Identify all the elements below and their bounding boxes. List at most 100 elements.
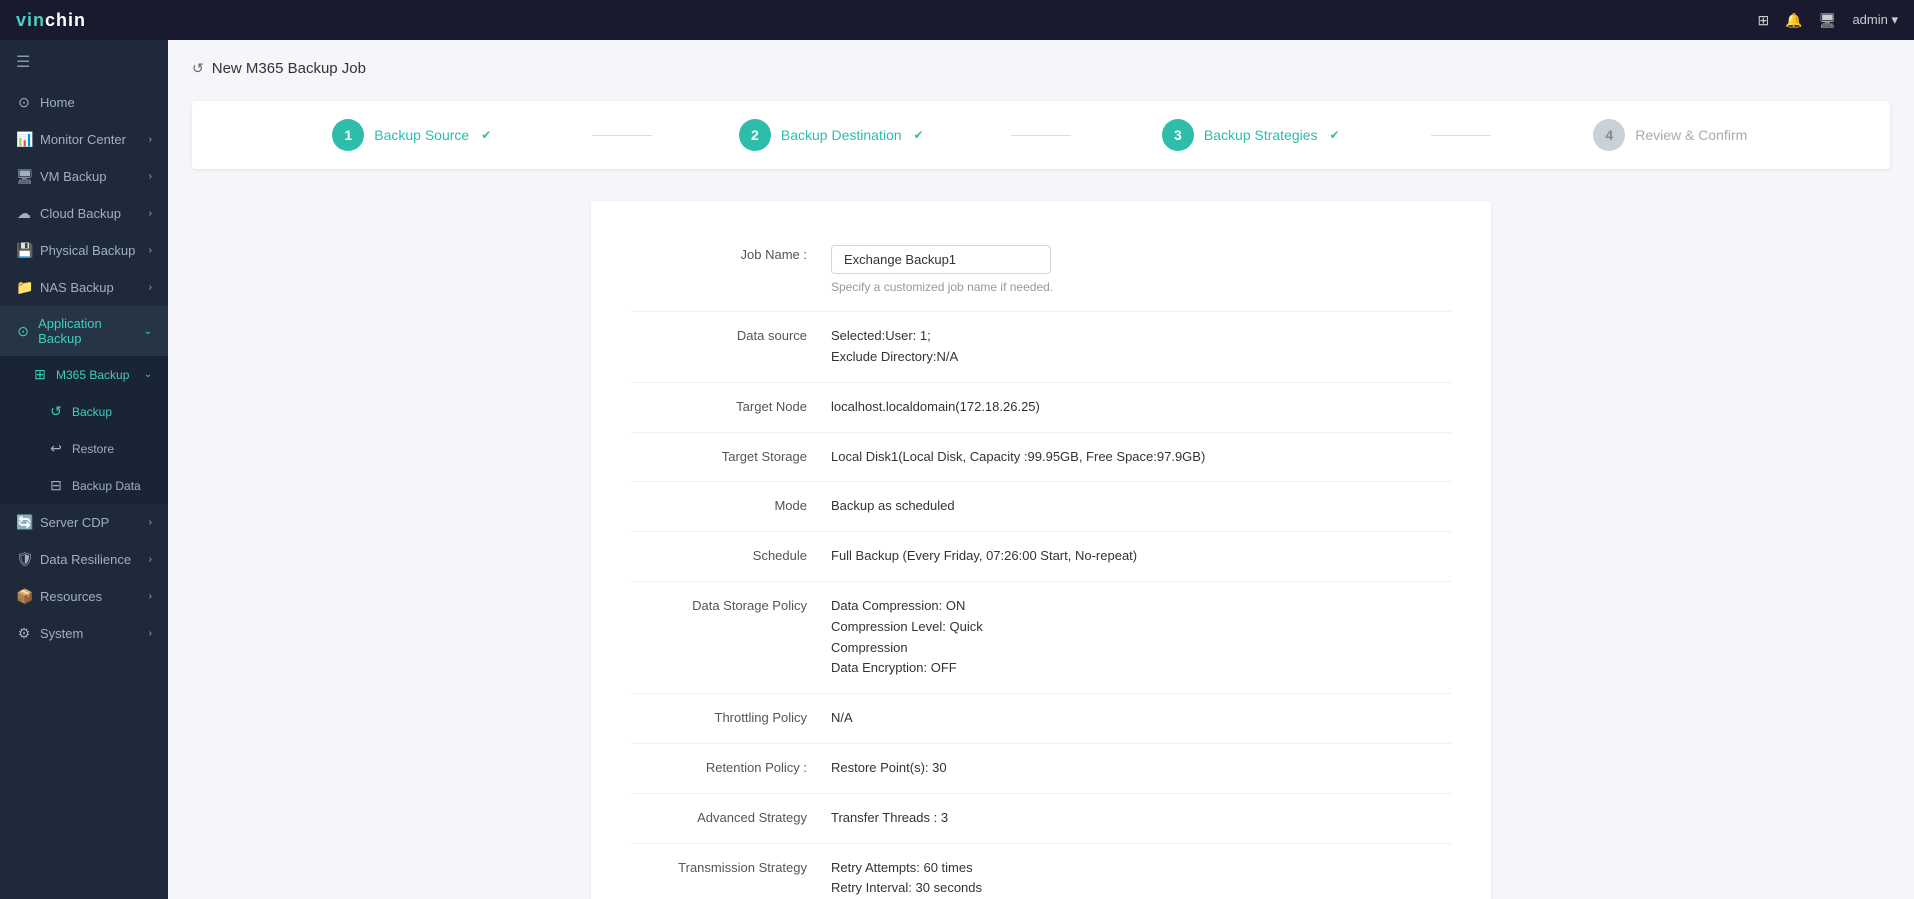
sidebar-item-nas-backup[interactable]: 📁 NAS Backup › [0, 269, 168, 306]
cloud-backup-icon: ☁ [16, 205, 32, 222]
review-row-target-node: Target Node localhost.localdomain(172.18… [631, 383, 1451, 433]
review-row-mode: Mode Backup as scheduled [631, 482, 1451, 532]
topbar: vinchin ⊞ 🔔 🖥 admin ▾ [0, 0, 1914, 40]
sidebar-item-resources[interactable]: 📦 Resources › [0, 578, 168, 615]
data-resilience-icon: 🛡 [16, 551, 32, 568]
home-icon: ⊙ [16, 94, 32, 111]
data-storage-line-2: Compression Level: Quick [831, 617, 1451, 638]
vm-backup-icon: 🖥 [16, 168, 32, 185]
sidebar-item-data-resilience[interactable]: 🛡 Data Resilience › [0, 541, 168, 578]
page-header: ↺ New M365 Backup Job [192, 60, 1890, 77]
monitor-icon[interactable]: 🖥 [1819, 12, 1837, 29]
value-throttling-policy: N/A [831, 708, 1451, 729]
value-advanced-strategy: Transfer Threads : 3 [831, 808, 1451, 829]
sidebar-toggle[interactable]: ☰ [0, 40, 168, 84]
sidebar-label-resources: Resources [40, 589, 102, 604]
review-card: Job Name : Specify a customized job name… [591, 201, 1491, 899]
sidebar-item-home[interactable]: ⊙ Home [0, 84, 168, 121]
arrow-icon: › [149, 208, 152, 219]
arrow-icon: › [149, 282, 152, 293]
step-divider-1 [592, 135, 652, 136]
step-divider-3 [1431, 135, 1491, 136]
sidebar-sub2-backup: ↺ Backup ↩ Restore ⊟ Backup Data [0, 393, 168, 504]
sidebar: ☰ ⊙ Home 📊 Monitor Center › 🖥 VM Backup … [0, 40, 168, 899]
logo: vinchin [16, 10, 86, 31]
data-source-line-2: Exclude Directory:N/A [831, 347, 1451, 368]
grid-icon[interactable]: ⊞ [1758, 12, 1770, 29]
value-retention-policy: Restore Point(s): 30 [831, 758, 1451, 779]
label-target-storage: Target Storage [631, 447, 831, 464]
check-icon-3: ✔ [1330, 128, 1340, 142]
stepper: 1 Backup Source ✔ 2 Backup Destination ✔… [192, 101, 1890, 169]
refresh-icon[interactable]: ↺ [192, 60, 204, 77]
step-divider-2 [1011, 135, 1071, 136]
main-layout: ☰ ⊙ Home 📊 Monitor Center › 🖥 VM Backup … [0, 40, 1914, 899]
sidebar-item-backup[interactable]: ↺ Backup [0, 393, 168, 430]
sidebar-label-backup-data: Backup Data [72, 479, 141, 493]
job-name-hint: Specify a customized job name if needed. [831, 278, 1451, 297]
sidebar-label-nas-backup: NAS Backup [40, 280, 114, 295]
arrow-icon: › [149, 245, 152, 256]
sidebar-label-server-cdp: Server CDP [40, 515, 109, 530]
sidebar-item-system[interactable]: ⚙ System › [0, 615, 168, 652]
sidebar-item-backup-data[interactable]: ⊟ Backup Data [0, 467, 168, 504]
step-backup-source[interactable]: 1 Backup Source ✔ [232, 119, 592, 151]
sidebar-label-application-backup: Application Backup [38, 316, 136, 346]
user-menu[interactable]: admin ▾ [1852, 12, 1898, 28]
review-row-advanced-strategy: Advanced Strategy Transfer Threads : 3 [631, 794, 1451, 844]
nas-backup-icon: 📁 [16, 279, 32, 296]
bell-icon[interactable]: 🔔 [1785, 12, 1802, 29]
content-area: ↺ New M365 Backup Job 1 Backup Source ✔ … [168, 40, 1914, 899]
data-source-line-1: Selected:User: 1; [831, 326, 1451, 347]
sidebar-item-monitor-center[interactable]: 📊 Monitor Center › [0, 121, 168, 158]
restore-icon: ↩ [48, 440, 64, 457]
sidebar-item-server-cdp[interactable]: 🔄 Server CDP › [0, 504, 168, 541]
value-mode: Backup as scheduled [831, 496, 1451, 517]
label-schedule: Schedule [631, 546, 831, 563]
sidebar-item-vm-backup[interactable]: 🖥 VM Backup › [0, 158, 168, 195]
review-row-throttling-policy: Throttling Policy N/A [631, 694, 1451, 744]
job-name-input[interactable] [831, 245, 1051, 274]
label-retention-policy: Retention Policy : [631, 758, 831, 775]
page-title: New M365 Backup Job [212, 60, 366, 77]
review-row-retention-policy: Retention Policy : Restore Point(s): 30 [631, 744, 1451, 794]
review-row-data-source: Data source Selected:User: 1; Exclude Di… [631, 312, 1451, 383]
sidebar-item-m365-backup[interactable]: ⊞ M365 Backup ⌄ [0, 356, 168, 393]
step-review-confirm[interactable]: 4 Review & Confirm [1491, 119, 1851, 151]
sidebar-item-application-backup[interactable]: ⊙ Application Backup ⌄ [0, 306, 168, 356]
label-advanced-strategy: Advanced Strategy [631, 808, 831, 825]
arrow-icon: › [149, 628, 152, 639]
step-backup-destination[interactable]: 2 Backup Destination ✔ [652, 119, 1012, 151]
review-row-job-name: Job Name : Specify a customized job name… [631, 231, 1451, 312]
sidebar-label-vm-backup: VM Backup [40, 169, 106, 184]
step-circle-1: 1 [332, 119, 364, 151]
value-job-name: Specify a customized job name if needed. [831, 245, 1451, 297]
sidebar-label-backup: Backup [72, 405, 112, 419]
arrow-icon: › [149, 554, 152, 565]
sidebar-sub-m365: ⊞ M365 Backup ⌄ ↺ Backup ↩ Restore ⊟ Bac… [0, 356, 168, 504]
sidebar-item-restore[interactable]: ↩ Restore [0, 430, 168, 467]
review-row-target-storage: Target Storage Local Disk1(Local Disk, C… [631, 433, 1451, 483]
sidebar-label-cloud-backup: Cloud Backup [40, 206, 121, 221]
review-row-schedule: Schedule Full Backup (Every Friday, 07:2… [631, 532, 1451, 582]
review-row-data-storage-policy: Data Storage Policy Data Compression: ON… [631, 582, 1451, 694]
step-label-review-confirm: Review & Confirm [1635, 127, 1747, 143]
server-cdp-icon: 🔄 [16, 514, 32, 531]
topbar-icons: ⊞ 🔔 🖥 admin ▾ [1758, 12, 1899, 29]
sidebar-item-cloud-backup[interactable]: ☁ Cloud Backup › [0, 195, 168, 232]
transmission-line-2: Retry Interval: 30 seconds [831, 878, 1451, 899]
sidebar-label-restore: Restore [72, 442, 114, 456]
sidebar-item-physical-backup[interactable]: 💾 Physical Backup › [0, 232, 168, 269]
step-circle-2: 2 [739, 119, 771, 151]
label-throttling-policy: Throttling Policy [631, 708, 831, 725]
sidebar-label-monitor-center: Monitor Center [40, 132, 126, 147]
arrow-icon: › [149, 591, 152, 602]
monitor-center-icon: 📊 [16, 131, 32, 148]
review-row-transmission-strategy: Transmission Strategy Retry Attempts: 60… [631, 844, 1451, 899]
arrow-icon: › [149, 134, 152, 145]
step-backup-strategies[interactable]: 3 Backup Strategies ✔ [1071, 119, 1431, 151]
value-data-source: Selected:User: 1; Exclude Directory:N/A [831, 326, 1451, 368]
label-data-source: Data source [631, 326, 831, 343]
label-transmission-strategy: Transmission Strategy [631, 858, 831, 875]
value-transmission-strategy: Retry Attempts: 60 times Retry Interval:… [831, 858, 1451, 899]
